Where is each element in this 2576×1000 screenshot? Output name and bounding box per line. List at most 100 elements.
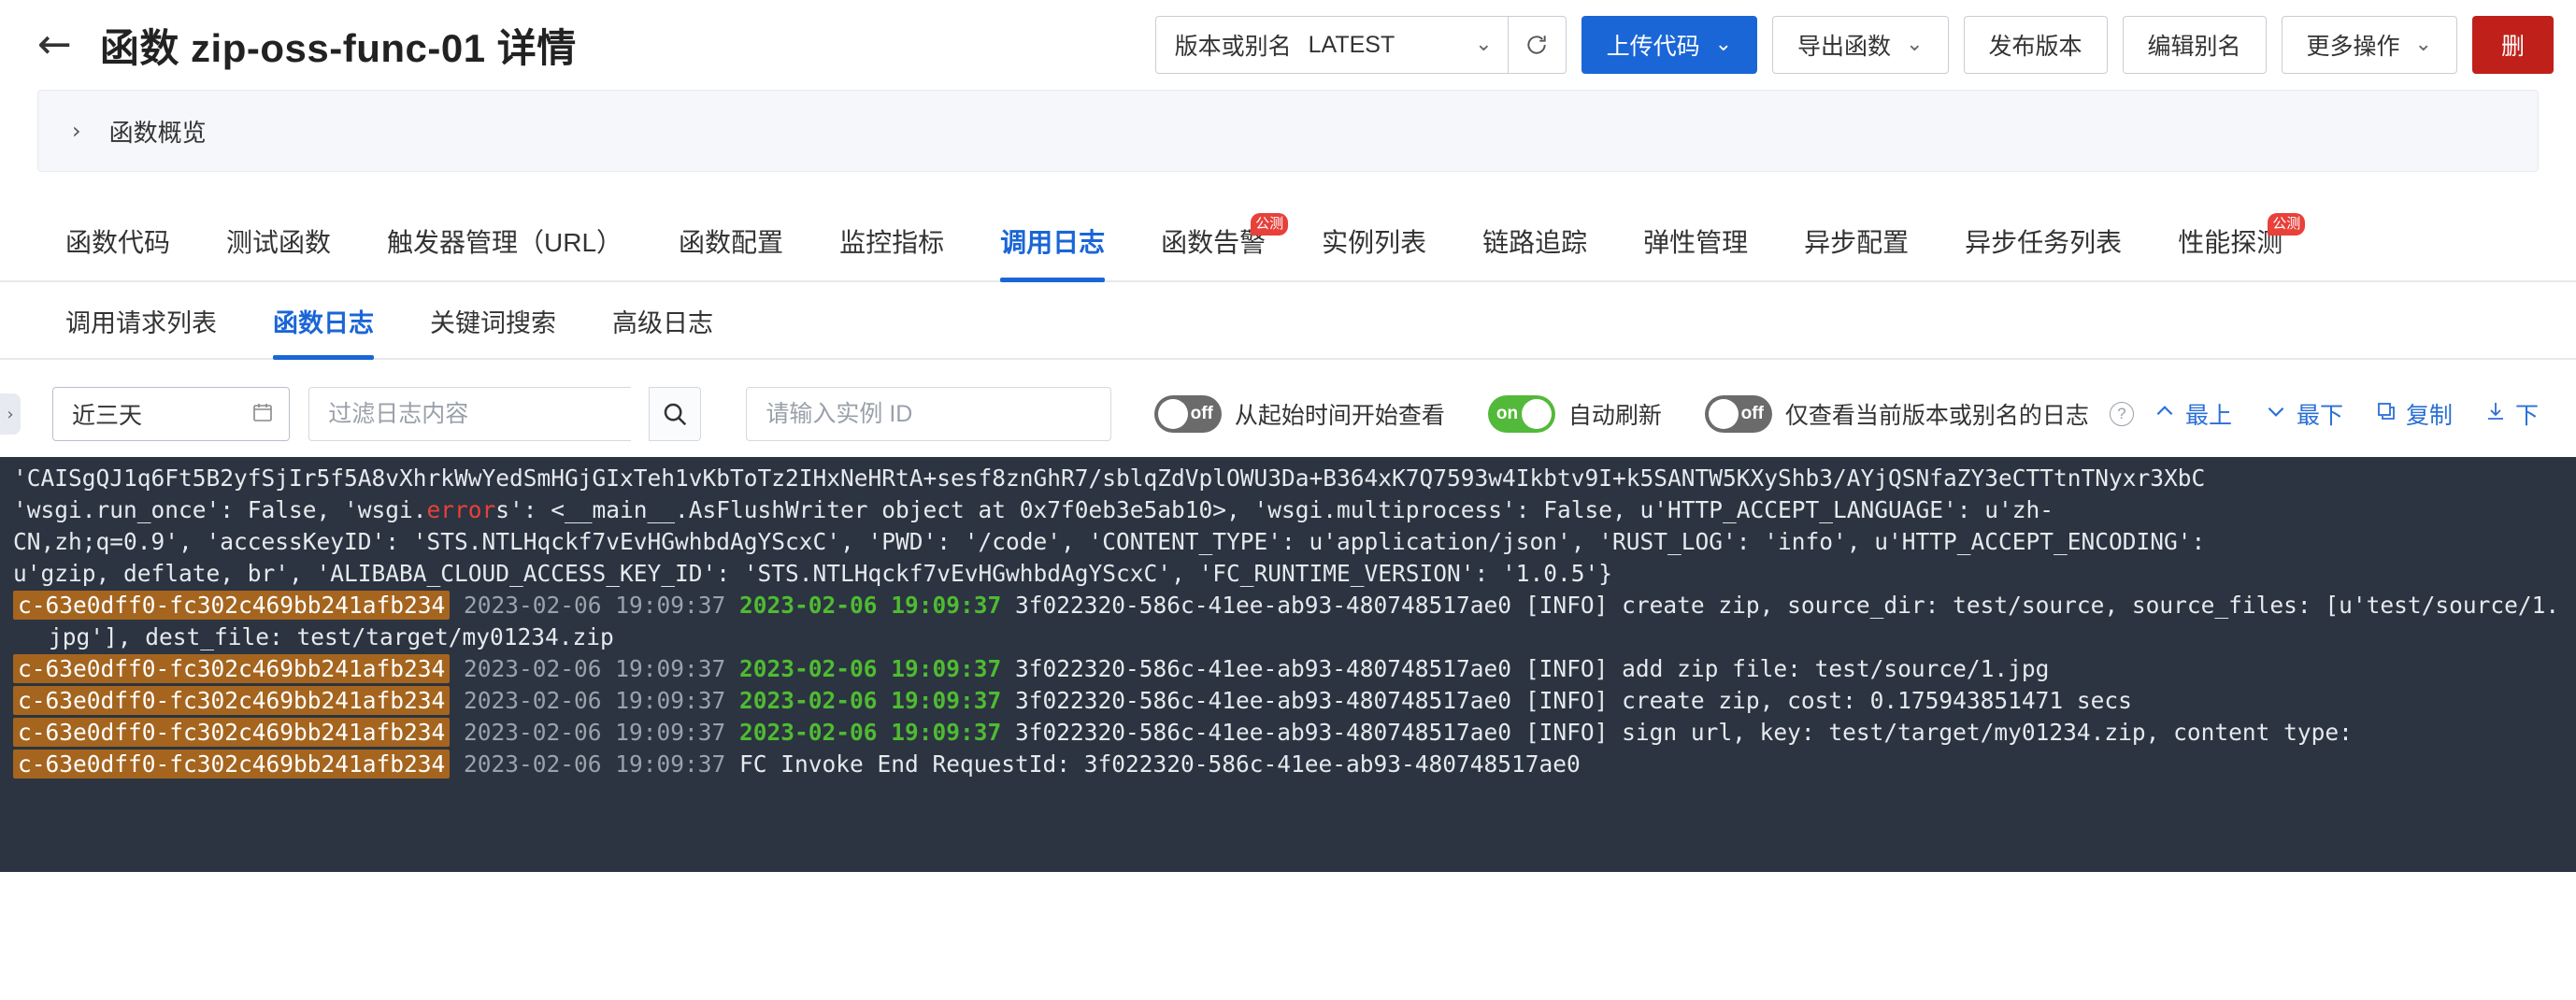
instance-id-input[interactable] (766, 400, 1092, 428)
instance-id-field[interactable] (746, 387, 1111, 441)
delete-label: 删 (2500, 34, 2525, 60)
sub-tab-bar: 调用请求列表 函数日志 关键词搜索 高级日志 (0, 282, 2576, 360)
container-id-badge: c-63e0dff0-fc302c469bb241afb234 (13, 750, 451, 779)
copy-icon (2375, 400, 2397, 429)
tab-12[interactable]: 性能探测 公测 (2150, 209, 2311, 280)
chevron-down-icon: ⌄ (2414, 33, 2432, 56)
tab-11[interactable]: 异步任务列表 (1937, 209, 2150, 280)
log-line: c-63e0dff0-fc302c469bb241afb234 2023-02-… (0, 749, 2576, 780)
tab-9[interactable]: 弹性管理 (1615, 209, 1776, 280)
log-line: 'wsgi.run_once': False, 'wsgi.errors': <… (0, 494, 2576, 526)
tab-1[interactable]: 测试函数 (198, 209, 359, 280)
calendar-icon (251, 401, 274, 428)
start-time-toggle-label: 从起始时间开始查看 (1234, 403, 1445, 429)
auto-refresh-switch-group: on 自动刷新 (1487, 395, 1662, 433)
sidebar-collapse-handle[interactable]: › (0, 393, 21, 435)
log-timestamp-grey: 2023-02-06 19:09:37 (450, 687, 740, 714)
tab-3[interactable]: 函数配置 (651, 209, 811, 280)
header-actions: 版本或别名 LATEST ⌄ 上传代码 ⌄ 导出函数 ⌄ 发布版本 编辑别名 更… (1154, 16, 2554, 74)
current-version-switch-group: off 仅查看当前版本或别名的日志 ? (1704, 395, 2134, 433)
function-overview-label: 函数概览 (108, 118, 207, 147)
container-id-badge: c-63e0dff0-fc302c469bb241afb234 (13, 591, 451, 620)
auto-refresh-toggle[interactable]: on (1487, 395, 1555, 433)
function-overview-panel[interactable]: › 函数概览 (37, 90, 2539, 172)
back-arrow-icon[interactable]: ← (37, 24, 72, 65)
tab-label: 函数配置 (679, 228, 784, 257)
subtab-0[interactable]: 调用请求列表 (37, 282, 245, 358)
version-select-group: 版本或别名 LATEST ⌄ (1154, 16, 1567, 74)
log-timestamp-grey: 2023-02-06 19:09:37 (450, 592, 740, 619)
search-button[interactable] (649, 387, 702, 441)
upload-code-button[interactable]: 上传代码 ⌄ (1581, 16, 1758, 74)
tab-8[interactable]: 链路追踪 (1454, 209, 1615, 280)
quick-action-0[interactable]: 最上 (2153, 397, 2232, 431)
more-actions-label: 更多操作 (2306, 34, 2400, 60)
start-time-toggle-state: off (1190, 404, 1213, 423)
export-function-button[interactable]: 导出函数 ⌄ (1772, 16, 1949, 74)
overview-section: › 函数概览 (0, 90, 2576, 172)
bottom-strip (0, 983, 2576, 1000)
date-range-select[interactable]: 近三天 (52, 387, 291, 441)
current-version-toggle-state: off (1740, 404, 1764, 423)
quick-action-label: 复制 (2405, 403, 2453, 429)
refresh-button[interactable] (1508, 16, 1567, 74)
subtab-label: 高级日志 (612, 309, 713, 337)
toggle-knob (1521, 399, 1552, 429)
log-content-filter-field[interactable] (308, 387, 632, 441)
main-tab-bar: 函数代码 测试函数 触发器管理（URL） 函数配置 监控指标 调用日志 函数告警 公测 实例列表… (0, 209, 2576, 282)
log-console[interactable]: 'CAISgQJ1q6Ft5B2yfSjIr5f5A8vXhrkWwYedSmH… (0, 457, 2576, 872)
tab-badge: 公测 (1251, 213, 1289, 236)
log-text: 'CAISgQJ1q6Ft5B2yfSjIr5f5A8vXhrkWwYedSmH… (13, 464, 2206, 492)
subtab-label: 调用请求列表 (65, 309, 217, 337)
tab-label: 测试函数 (226, 228, 332, 257)
log-message: [INFO] create zip, cost: 0.175943851471 … (1524, 687, 2132, 714)
log-text: 'wsgi.run_once': False, 'wsgi. (13, 496, 427, 523)
edit-alias-label: 编辑别名 (2147, 34, 2241, 60)
search-icon (665, 403, 687, 426)
subtab-2[interactable]: 关键词搜索 (402, 282, 584, 358)
tab-0[interactable]: 函数代码 (37, 209, 198, 280)
log-filter-bar: › 近三天 off 从起始时间开始查看 on 自动刷新 (0, 384, 2576, 444)
log-request-id: 3f022320-586c-41ee-ab93-480748517ae0 (1001, 687, 1525, 714)
tab-label: 异步配置 (1804, 228, 1910, 257)
log-text: s': <__main__.AsFlushWriter object at 0x… (495, 496, 2054, 523)
quick-action-3[interactable]: 下 (2484, 397, 2539, 431)
current-version-toggle[interactable]: off (1704, 395, 1772, 433)
tab-7[interactable]: 实例列表 (1294, 209, 1454, 280)
start-time-toggle[interactable]: off (1153, 395, 1222, 433)
log-error-token: error (426, 496, 496, 523)
tab-6[interactable]: 函数告警 公测 (1133, 209, 1294, 280)
quick-action-2[interactable]: 复制 (2375, 397, 2453, 431)
log-timestamp-green: 2023-02-06 19:09:37 (739, 592, 1002, 619)
subtab-1[interactable]: 函数日志 (245, 282, 402, 360)
version-select-value: LATEST (1308, 31, 1395, 58)
publish-version-label: 发布版本 (1988, 34, 2082, 60)
edit-alias-button[interactable]: 编辑别名 (2122, 16, 2267, 74)
subtab-3[interactable]: 高级日志 (584, 282, 741, 358)
publish-version-button[interactable]: 发布版本 (1963, 16, 2108, 74)
version-select[interactable]: 版本或别名 LATEST ⌄ (1154, 16, 1509, 74)
tab-4[interactable]: 监控指标 (811, 209, 972, 280)
tab-10[interactable]: 异步配置 (1776, 209, 1937, 280)
log-timestamp-green: 2023-02-06 19:09:37 (739, 719, 1002, 746)
tab-2[interactable]: 触发器管理（URL） (359, 209, 651, 280)
log-message: [INFO] sign url, key: test/target/my0123… (1524, 719, 2353, 746)
log-content-filter-input[interactable] (328, 400, 613, 428)
log-line: 'CAISgQJ1q6Ft5B2yfSjIr5f5A8vXhrkWwYedSmH… (0, 463, 2576, 494)
quick-action-1[interactable]: 最下 (2264, 397, 2343, 431)
chevron-down-icon: ⌄ (1906, 33, 1924, 56)
more-actions-button[interactable]: 更多操作 ⌄ (2281, 16, 2457, 74)
log-line: c-63e0dff0-fc302c469bb241afb234 2023-02-… (0, 717, 2576, 749)
tab-5[interactable]: 调用日志 (972, 209, 1133, 282)
log-message: [INFO] add zip file: test/source/1.jpg (1524, 655, 2050, 682)
log-line: u'gzip, deflate, br', 'ALIBABA_CLOUD_ACC… (0, 558, 2576, 590)
log-timestamp-grey: 2023-02-06 19:09:37 (450, 719, 740, 746)
container-id-badge: c-63e0dff0-fc302c469bb241afb234 (13, 718, 451, 747)
quick-action-label: 下 (2514, 403, 2539, 429)
chevron-down-icon: ⌄ (1714, 33, 1733, 56)
container-id-badge: c-63e0dff0-fc302c469bb241afb234 (13, 654, 451, 683)
log-request-id: 3f022320-586c-41ee-ab93-480748517ae0 (1001, 592, 1525, 619)
delete-button[interactable]: 删 (2471, 16, 2554, 74)
question-circle-icon[interactable]: ? (2109, 402, 2134, 426)
auto-refresh-toggle-label: 自动刷新 (1567, 403, 1662, 429)
